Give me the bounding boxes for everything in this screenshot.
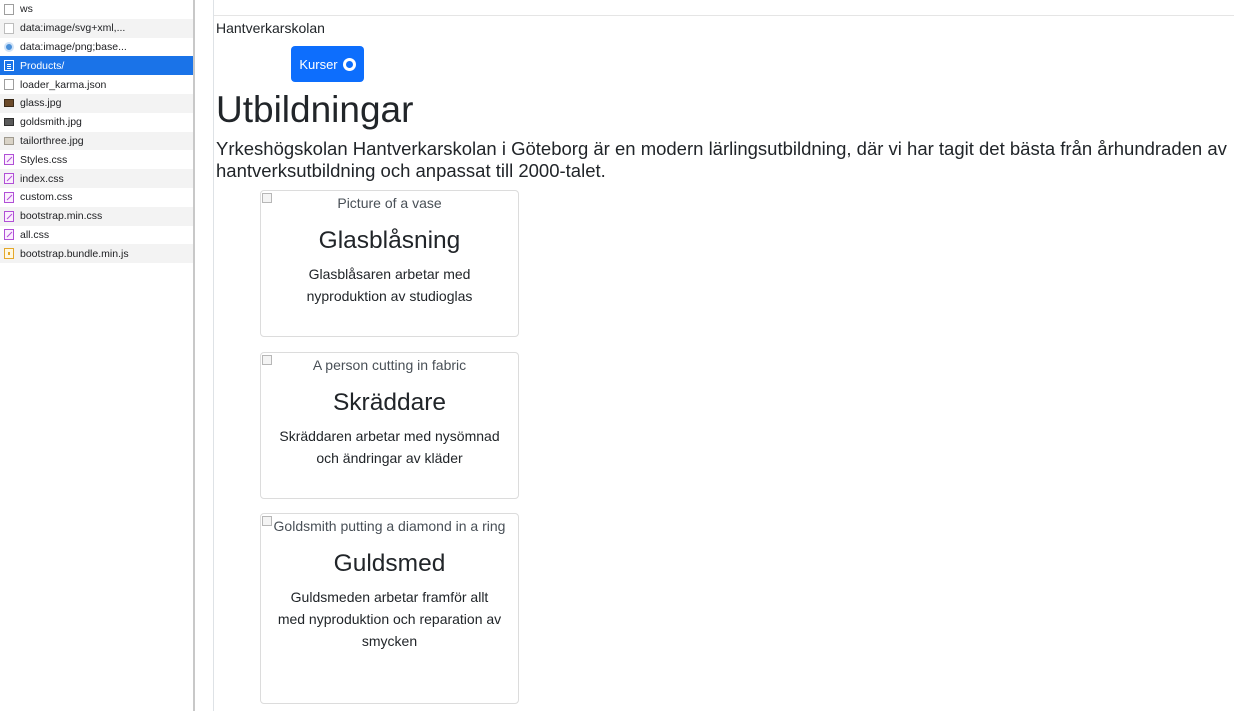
kurser-button[interactable]: Kurser (291, 46, 364, 82)
card-text: Glasblåsaren arbetar med nyproduktion av… (306, 266, 473, 305)
request-row-products[interactable]: Products/ (0, 56, 193, 76)
request-name: all.css (20, 228, 50, 241)
image-icon (4, 99, 14, 108)
card-text: Guldsmeden arbetar framför allt med nypr… (277, 589, 502, 650)
doc-icon (4, 3, 14, 15)
css-icon (4, 191, 14, 203)
request-name: bootstrap.bundle.min.js (20, 247, 129, 260)
card-text: Skräddaren arbetar med nysömnad och ändr… (279, 428, 500, 467)
page-icon (4, 60, 14, 72)
css-icon (4, 229, 14, 241)
request-row-png-data[interactable]: data:image/png;base... (0, 38, 193, 57)
css-icon (4, 173, 14, 185)
request-name: data:image/svg+xml,... (20, 22, 126, 35)
broken-image-alt-text: Picture of a vase (261, 191, 518, 214)
brand-name[interactable]: Hantverkarskolan (216, 20, 325, 36)
request-row-glass[interactable]: glass.jpg (0, 93, 193, 113)
page-preview: Hantverkarskolan Kurser Utbildningar Yrk… (213, 0, 1234, 711)
image-icon (4, 136, 14, 145)
request-row-index-css[interactable]: index.css (0, 169, 193, 188)
request-name: glass.jpg (20, 97, 62, 110)
request-row-all-css[interactable]: all.css (0, 226, 193, 245)
request-name: custom.css (20, 191, 73, 204)
png-icon (4, 41, 14, 52)
request-row-svg-data[interactable]: data:image/svg+xml,... (0, 18, 193, 38)
image-icon (4, 118, 14, 127)
request-name: Styles.css (20, 153, 68, 166)
page-lead: Yrkeshögskolan Hantverkarskolan i Götebo… (216, 138, 1227, 181)
request-name: ws (20, 3, 33, 16)
request-row-bootstrap-css[interactable]: bootstrap.min.css (0, 206, 193, 226)
request-name: tailorthree.jpg (20, 134, 84, 147)
request-name: bootstrap.min.css (20, 210, 103, 223)
request-name: data:image/png;base... (20, 40, 127, 53)
json-icon (4, 79, 14, 91)
request-name: index.css (20, 172, 64, 185)
card-title: Guldsmed (333, 550, 446, 577)
request-row-custom-css[interactable]: custom.css (0, 188, 193, 207)
css-icon (4, 154, 14, 166)
broken-image-alt-text: Goldsmith putting a diamond in a ring (261, 514, 518, 537)
request-row-goldsmith[interactable]: goldsmith.jpg (0, 113, 193, 132)
course-card-glasblasning[interactable]: Picture of a vase Glasblåsning Glasblåsa… (260, 190, 519, 337)
request-row-bootstrap-js[interactable]: bootstrap.bundle.min.js (0, 244, 193, 264)
course-card-guldsmed[interactable]: Goldsmith putting a diamond in a ring Gu… (260, 513, 519, 704)
page-title: Utbildningar (216, 89, 414, 130)
card-title: Skräddare (332, 389, 447, 416)
request-row-styles-css[interactable]: Styles.css (0, 150, 193, 169)
card-title: Glasblåsning (318, 227, 461, 254)
user-circle-icon (342, 57, 356, 71)
course-card-skraddare[interactable]: A person cutting in fabric Skräddare Skr… (260, 352, 519, 499)
css-icon (4, 210, 14, 222)
request-name: loader_karma.json (20, 78, 107, 91)
svg-icon (4, 22, 14, 34)
network-request-list: ws data:image/svg+xml,... data:image/png… (0, 0, 195, 711)
js-icon (4, 248, 14, 260)
request-row-loader-karma[interactable]: loader_karma.json (0, 75, 193, 94)
request-row-tailorthree[interactable]: tailorthree.jpg (0, 131, 193, 151)
request-row-ws[interactable]: ws (0, 0, 193, 19)
request-name: goldsmith.jpg (20, 116, 82, 129)
request-name: Products/ (20, 59, 65, 72)
divider (214, 15, 1234, 16)
kurser-button-label: Kurser (299, 56, 338, 72)
broken-image-alt-text: A person cutting in fabric (261, 353, 518, 376)
